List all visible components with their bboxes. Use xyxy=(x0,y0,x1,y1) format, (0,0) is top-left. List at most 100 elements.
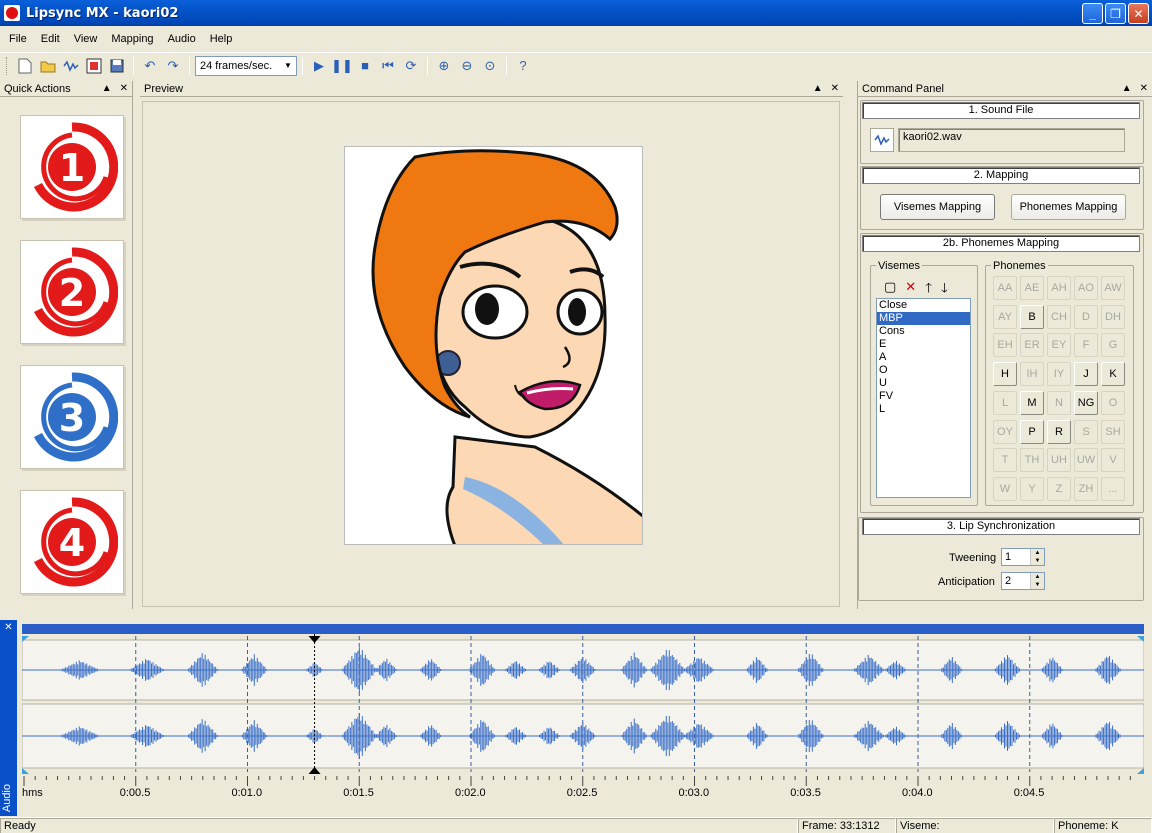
phoneme-button[interactable]: EH xyxy=(993,333,1017,358)
restore-button[interactable]: ❐ xyxy=(1105,3,1126,24)
zoom-out-icon[interactable]: ⊖ xyxy=(456,55,478,77)
waveform-display[interactable]: hms 0:00.5 0:01.0 0:01.5 0:02.0 0:02.5 0:03.0 0… xyxy=(21,624,1145,800)
zoom-fit-icon[interactable]: ⊙ xyxy=(479,55,501,77)
phoneme-button[interactable]: R xyxy=(1047,419,1071,444)
phoneme-button[interactable]: T xyxy=(993,448,1017,473)
phoneme-button[interactable]: NG xyxy=(1074,390,1098,415)
help-icon[interactable]: ? xyxy=(512,55,534,77)
phoneme-button[interactable]: D xyxy=(1074,304,1098,329)
viseme-item[interactable]: MBP xyxy=(877,312,970,325)
quick-action-4[interactable]: 4 xyxy=(20,490,124,594)
phonemes-mapping-button[interactable]: Phonemes Mapping xyxy=(1011,194,1126,220)
phoneme-button[interactable]: N xyxy=(1047,390,1071,415)
phoneme-button[interactable]: B xyxy=(1020,304,1044,329)
phoneme-button[interactable]: DH xyxy=(1101,304,1125,329)
spin-up-icon[interactable]: ▲ xyxy=(1035,574,1041,580)
audio-track[interactable]: hms 0:00.5 0:01.0 0:01.5 0:02.0 0:02.5 0:03.0 0… xyxy=(21,624,1145,800)
undo-icon[interactable]: ↶ xyxy=(139,55,161,77)
loop-icon[interactable]: ⟳ xyxy=(400,55,422,77)
menu-help[interactable]: Help xyxy=(203,30,240,48)
phoneme-button[interactable]: P xyxy=(1020,419,1044,444)
quick-action-2[interactable]: 2 xyxy=(20,240,124,344)
close-icon[interactable]: ✕ xyxy=(1140,83,1148,94)
pause-icon[interactable]: ❚❚ xyxy=(331,55,353,77)
fps-select[interactable]: 24 frames/sec. ▼ xyxy=(195,55,297,76)
viseme-item[interactable]: L xyxy=(877,403,970,416)
close-icon[interactable]: ✕ xyxy=(831,83,839,94)
phoneme-button[interactable]: G xyxy=(1101,333,1125,358)
close-icon[interactable]: ✕ xyxy=(120,83,128,94)
phoneme-button[interactable]: Z xyxy=(1047,476,1071,501)
play-icon[interactable]: ▶ xyxy=(308,55,330,77)
minimize-button[interactable]: _ xyxy=(1082,3,1103,24)
spin-down-icon[interactable]: ▼ xyxy=(1035,582,1041,588)
phoneme-button[interactable]: K xyxy=(1101,362,1125,387)
anticipation-spinner[interactable]: 2 ▲ ▼ xyxy=(1001,572,1045,590)
spin-up-icon[interactable]: ▲ xyxy=(1035,550,1041,556)
phoneme-button[interactable]: AW xyxy=(1101,276,1125,300)
phoneme-button[interactable]: IH xyxy=(1020,362,1044,387)
menu-file[interactable]: File xyxy=(2,30,34,48)
close-icon[interactable]: ✕ xyxy=(0,620,17,633)
phoneme-button[interactable]: H xyxy=(993,362,1017,387)
sound-file-field[interactable]: kaori02.wav xyxy=(898,128,1125,152)
quick-action-3[interactable]: 3 xyxy=(20,365,124,469)
phoneme-button[interactable]: AH xyxy=(1047,276,1071,300)
viseme-item[interactable]: Close xyxy=(877,299,970,312)
phoneme-button[interactable]: M xyxy=(1020,390,1044,415)
viseme-item[interactable]: O xyxy=(877,364,970,377)
menu-view[interactable]: View xyxy=(67,30,105,48)
phoneme-button[interactable]: O xyxy=(1101,390,1125,415)
viseme-item[interactable]: E xyxy=(877,338,970,351)
chevron-down-icon[interactable]: ▼ xyxy=(280,57,296,75)
phoneme-button[interactable]: F xyxy=(1074,333,1098,358)
open-folder-icon[interactable] xyxy=(37,55,59,77)
phoneme-button[interactable]: ... xyxy=(1101,476,1125,501)
close-button[interactable]: ✕ xyxy=(1128,3,1149,24)
menu-mapping[interactable]: Mapping xyxy=(104,30,160,48)
phoneme-button[interactable]: UW xyxy=(1074,448,1098,473)
viseme-item[interactable]: FV xyxy=(877,390,970,403)
viseme-item[interactable]: Cons xyxy=(877,325,970,338)
phoneme-button[interactable]: ZH xyxy=(1074,476,1098,501)
phoneme-button[interactable]: AA xyxy=(993,276,1017,300)
phoneme-button[interactable]: S xyxy=(1074,419,1098,444)
visemes-list[interactable]: Close MBP Cons E A O U FV L xyxy=(876,298,971,498)
phoneme-button[interactable]: J xyxy=(1074,362,1098,387)
viseme-item[interactable]: A xyxy=(877,351,970,364)
phoneme-button[interactable]: ER xyxy=(1020,333,1044,358)
rewind-icon[interactable]: ⏮ xyxy=(377,55,399,77)
phoneme-button[interactable]: UH xyxy=(1047,448,1071,473)
spin-down-icon[interactable]: ▼ xyxy=(1035,558,1041,564)
pin-icon[interactable]: ▲ xyxy=(102,83,112,94)
menu-audio[interactable]: Audio xyxy=(161,30,203,48)
visemes-mapping-button[interactable]: Visemes Mapping xyxy=(880,194,995,220)
quick-action-1[interactable]: 1 xyxy=(20,115,124,219)
phoneme-button[interactable]: SH xyxy=(1101,419,1125,444)
redo-icon[interactable]: ↷ xyxy=(162,55,184,77)
tweening-spinner[interactable]: 1 ▲ ▼ xyxy=(1001,548,1045,566)
phoneme-button[interactable]: V xyxy=(1101,448,1125,473)
phoneme-button[interactable]: AE xyxy=(1020,276,1044,300)
phoneme-button[interactable]: TH xyxy=(1020,448,1044,473)
film-icon[interactable] xyxy=(83,55,105,77)
pin-icon[interactable]: ▲ xyxy=(813,83,823,94)
phoneme-button[interactable]: EY xyxy=(1047,333,1071,358)
menu-edit[interactable]: Edit xyxy=(34,30,67,48)
pin-icon[interactable]: ▲ xyxy=(1122,83,1132,94)
zoom-in-icon[interactable]: ⊕ xyxy=(433,55,455,77)
phoneme-button[interactable]: Y xyxy=(1020,476,1044,501)
new-file-icon[interactable] xyxy=(14,55,36,77)
save-icon[interactable] xyxy=(106,55,128,77)
viseme-item[interactable]: U xyxy=(877,377,970,390)
phoneme-button[interactable]: AY xyxy=(993,304,1017,329)
phoneme-button[interactable]: W xyxy=(993,476,1017,501)
load-sound-button[interactable] xyxy=(870,128,894,152)
phoneme-button[interactable]: AO xyxy=(1074,276,1098,300)
phoneme-button[interactable]: CH xyxy=(1047,304,1071,329)
phoneme-button[interactable]: OY xyxy=(993,419,1017,444)
stop-icon[interactable]: ■ xyxy=(354,55,376,77)
phoneme-button[interactable]: IY xyxy=(1047,362,1071,387)
waveform-icon[interactable] xyxy=(60,55,82,77)
phoneme-button[interactable]: L xyxy=(993,390,1017,415)
